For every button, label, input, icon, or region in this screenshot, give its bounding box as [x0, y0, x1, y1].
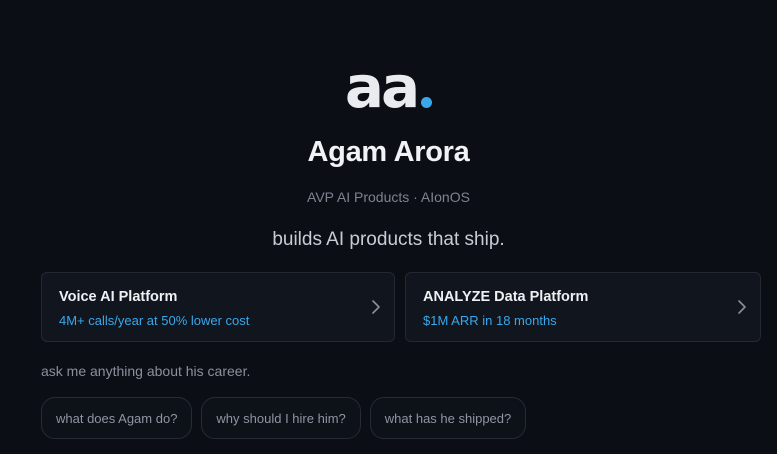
logo-text: aa [344, 53, 420, 121]
card-subtitle: $1M ARR in 18 months [423, 313, 557, 328]
logo-dot [421, 97, 433, 108]
chevron-right-icon [738, 300, 746, 314]
card-title: ANALYZE Data Platform [423, 289, 589, 305]
profile-tagline: builds AI products that ship. [272, 229, 505, 250]
project-card-voice-ai[interactable]: Voice AI Platform 4M+ calls/year at 50% … [41, 272, 395, 342]
profile-role: AVP AI Products · AIonOS [307, 189, 470, 205]
suggestion-chip[interactable]: what has he shipped? [369, 397, 527, 439]
chat-prompt: ask me anything about his career. [41, 363, 251, 379]
suggestion-chips: what does Agam do? why should I hire him… [41, 397, 527, 439]
card-title: Voice AI Platform [59, 289, 178, 305]
logo-mark: aa [344, 53, 433, 121]
suggestion-chip[interactable]: why should I hire him? [201, 397, 361, 439]
card-subtitle: 4M+ calls/year at 50% lower cost [59, 313, 250, 328]
profile-name: Agam Arora [307, 136, 470, 168]
chevron-right-icon [372, 300, 380, 314]
profile-page: aa Agam Arora AVP AI Products · AIonOS b… [0, 0, 777, 454]
project-card-analyze[interactable]: ANALYZE Data Platform $1M ARR in 18 mont… [405, 272, 761, 342]
logo: aa [0, 58, 777, 118]
suggestion-chip[interactable]: what does Agam do? [41, 397, 193, 439]
